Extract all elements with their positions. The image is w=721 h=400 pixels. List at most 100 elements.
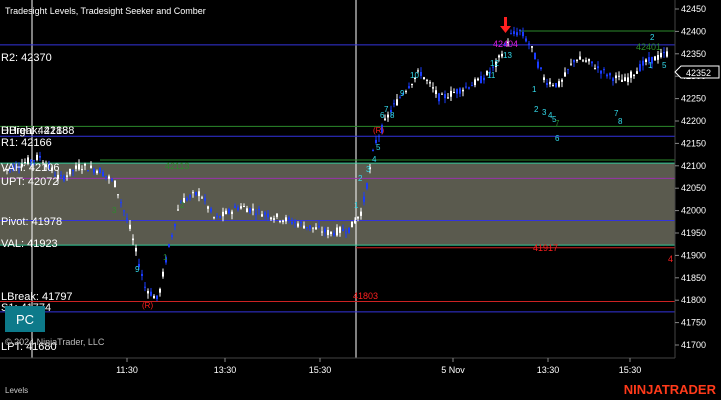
candle-body (39, 156, 41, 158)
price-tick-label: 42350 (681, 49, 706, 59)
candle-body (345, 232, 347, 234)
time-tick-label: 11:30 (116, 365, 138, 375)
candle-body (435, 90, 437, 95)
candle-body (360, 211, 362, 216)
candle-body (513, 31, 515, 35)
seeker-count-label: 3 (542, 108, 547, 117)
candle-body (282, 220, 284, 223)
candle-body (234, 206, 236, 208)
candle-body (537, 61, 539, 68)
price-tick-label: 41950 (681, 228, 706, 238)
candle-body (552, 85, 554, 87)
candle-body (663, 52, 665, 54)
candle-body (75, 165, 77, 169)
price-tick-label: 41750 (681, 318, 706, 328)
candle-body (576, 60, 578, 62)
level-annotation: 41917 (533, 243, 558, 253)
candle-body (120, 202, 122, 204)
seeker-count-label: 1 (163, 253, 168, 262)
candle-body (231, 211, 233, 215)
candle-body (99, 167, 101, 174)
candle-body (567, 69, 569, 71)
candle-body (189, 195, 191, 198)
candle-body (585, 60, 587, 62)
seeker-count-label: 9 (135, 265, 140, 274)
candle-body (123, 210, 125, 212)
price-tick-label: 41850 (681, 273, 706, 283)
seeker-count-label: 4 (372, 155, 377, 164)
candle-body (615, 75, 617, 79)
candle-body (636, 71, 638, 74)
candle-body (108, 176, 110, 179)
candle-body (117, 194, 119, 196)
candle-body (462, 89, 464, 92)
candle-body (90, 165, 92, 168)
candle-body (177, 209, 179, 211)
candle-body (243, 206, 245, 208)
candle-body (588, 58, 590, 62)
candle-body (96, 170, 98, 174)
candle-body (261, 214, 263, 217)
candle-body (540, 67, 542, 70)
candle-body (573, 59, 575, 63)
candle-body (351, 221, 353, 228)
pc-button[interactable]: PC (5, 306, 45, 332)
level-annotation: 42113 (165, 161, 189, 171)
candle-body (222, 211, 224, 217)
candle-body (606, 74, 608, 77)
candle-body (654, 56, 656, 61)
candle-body (405, 91, 407, 93)
seeker-count-label: 2 (180, 201, 185, 210)
tab-label[interactable]: Levels (5, 386, 28, 395)
candle-body (570, 63, 572, 65)
candle-body (618, 75, 620, 77)
candle-body (624, 77, 626, 82)
candle-body (339, 227, 341, 233)
price-chart[interactable]: 12345678910 11121312 3 4 567812539127(R)(R)4… (0, 0, 721, 400)
time-tick-label: 15:30 (309, 365, 332, 375)
pc-button-label: PC (16, 312, 34, 327)
candle-body (420, 71, 422, 76)
level-annotation: 42404 (493, 39, 518, 49)
seeker-count-label: 2 (650, 33, 655, 42)
candle-body (84, 163, 86, 166)
candle-body (297, 223, 299, 227)
candle-body (159, 288, 161, 293)
candle-body (300, 222, 302, 224)
candle-body (609, 73, 611, 76)
candle-body (519, 29, 521, 32)
candle-body (429, 82, 431, 84)
candle-body (267, 213, 269, 218)
current-price-marker: 42352 (674, 65, 720, 79)
candle-body (252, 208, 254, 211)
candle-body (141, 273, 143, 276)
candle-body (318, 225, 320, 228)
level-label: Pivot: 41978 (1, 216, 62, 228)
candle-body (321, 231, 323, 233)
time-tick-label: 13:30 (537, 365, 560, 375)
seeker-count-label: 7 (384, 105, 389, 114)
candle-body (150, 291, 152, 296)
price-tick-label: 41700 (681, 340, 706, 350)
level-label: VAL: 41923 (1, 238, 58, 250)
candle-body (363, 196, 365, 202)
candle-body (216, 215, 218, 217)
candle-body (225, 210, 227, 215)
brand-logo: NINJATRADER (624, 382, 717, 397)
seeker-count-label: 1 (354, 201, 359, 210)
price-tick-label: 42450 (681, 4, 706, 14)
candle-body (276, 213, 278, 217)
candle-body (387, 114, 389, 118)
candle-body (219, 215, 221, 218)
price-tick-label: 42000 (681, 206, 706, 216)
candle-body (438, 93, 440, 102)
candle-body (426, 79, 428, 81)
candle-body (162, 271, 164, 277)
candle-body (594, 68, 596, 70)
candle-body (516, 32, 518, 36)
candle-body (192, 192, 194, 194)
price-tick-label: 41800 (681, 295, 706, 305)
candle-body (474, 79, 476, 86)
seeker-count-label: 9 (400, 89, 405, 98)
candle-body (264, 212, 266, 215)
